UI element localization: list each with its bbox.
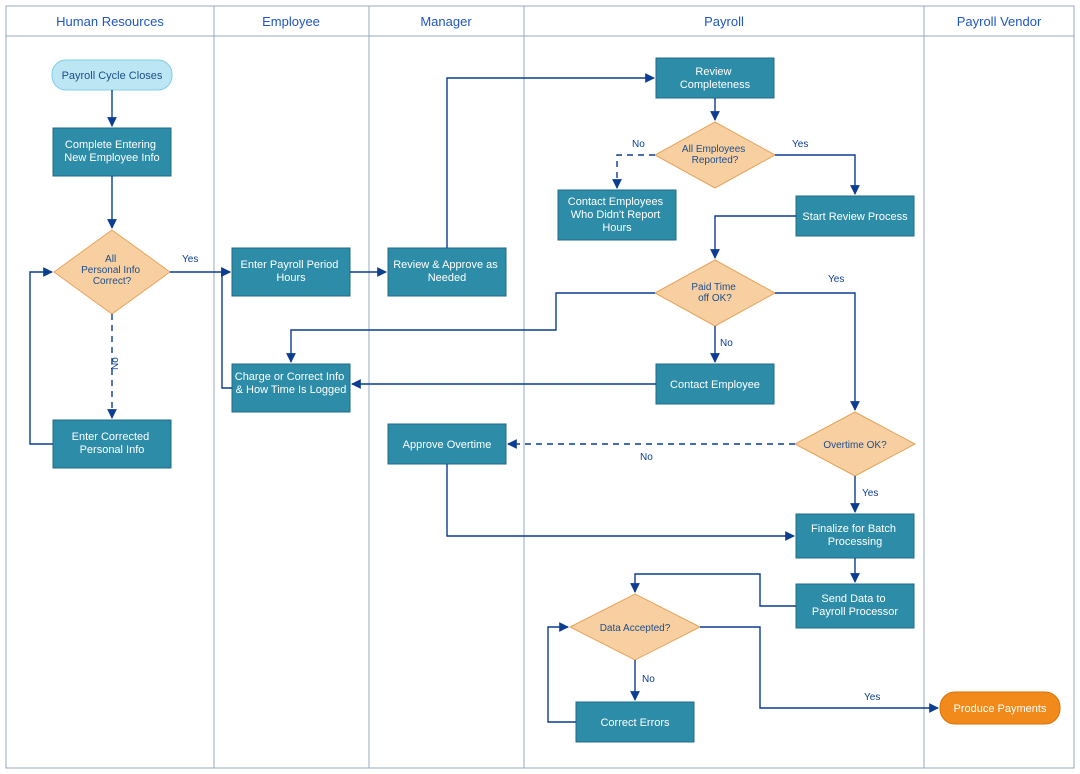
end-node-label: Produce Payments xyxy=(954,703,1047,715)
decision-overtime-ok: Overtime OK? xyxy=(795,412,915,476)
svg-text:Enter Corrected Personal I: Enter Corrected Personal Info xyxy=(72,431,153,456)
svg-text:Yes: Yes xyxy=(828,274,844,285)
svg-text:Yes: Yes xyxy=(792,139,808,150)
swimlane-diagram: Human Resources Employee Manager Payroll… xyxy=(0,0,1080,774)
lane-header-hr: Human Resources xyxy=(56,14,164,29)
svg-text:Data Accepted?: Data Accepted? xyxy=(600,623,671,634)
svg-text:All Employees Reported?: All Employees Reported? xyxy=(682,144,748,166)
svg-text:Start Review Process: Start Review Process xyxy=(802,211,908,223)
svg-text:Correct Errors: Correct Errors xyxy=(600,717,670,729)
decision-paid-time-off: Paid Time off OK? xyxy=(655,260,775,326)
svg-text:Contact Employee: Contact Employee xyxy=(670,379,760,391)
svg-text:No: No xyxy=(640,452,653,463)
svg-text:Approve Overtime: Approve Overtime xyxy=(403,439,492,451)
svg-text:Yes: Yes xyxy=(182,254,198,265)
lane-header-vendor: Payroll Vendor xyxy=(957,14,1042,29)
svg-text:Complete Entering New Empl: Complete Entering New Employee Info xyxy=(64,139,159,164)
svg-text:Yes: Yes xyxy=(864,692,880,703)
decision-employees-reported: All Employees Reported? xyxy=(655,122,775,188)
svg-text:No: No xyxy=(632,139,645,150)
decision-personal-info: All Personal Info Correct? xyxy=(54,230,170,314)
start-node-label: Payroll Cycle Closes xyxy=(62,70,163,82)
svg-text:No: No xyxy=(642,674,655,685)
lane-header-payroll: Payroll xyxy=(704,14,744,29)
svg-text:Yes: Yes xyxy=(862,488,878,499)
process-review-completeness xyxy=(656,58,774,98)
svg-text:Overtime OK?: Overtime OK? xyxy=(823,440,887,451)
svg-text:Paid Time off OK?: Paid Time off OK? xyxy=(691,282,738,304)
lane-header-manager: Manager xyxy=(420,14,472,29)
svg-text:Charge or Correct Info & H: Charge or Correct Info & How Time Is Log… xyxy=(235,371,348,396)
lane-header-employee: Employee xyxy=(262,14,320,29)
svg-text:Send Data to Payroll Proce: Send Data to Payroll Processor xyxy=(812,593,899,618)
decision-data-accepted: Data Accepted? xyxy=(570,594,700,660)
svg-text:No: No xyxy=(110,357,121,370)
svg-text:No: No xyxy=(720,338,733,349)
